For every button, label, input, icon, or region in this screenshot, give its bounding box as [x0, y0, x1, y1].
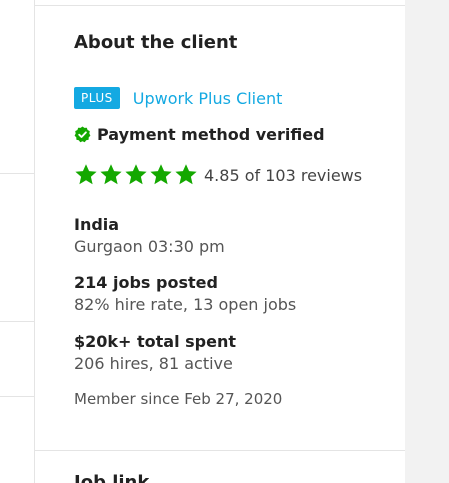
hire-rate: 82% hire rate, 13 open jobs	[74, 295, 297, 314]
star-rating	[74, 163, 199, 187]
plus-badge: PLUS	[74, 87, 120, 109]
rating-row: 4.85 of 103 reviews	[74, 163, 362, 187]
plus-client-link[interactable]: Upwork Plus Client	[133, 89, 283, 108]
plus-client-row: PLUS Upwork Plus Client	[74, 87, 282, 109]
star-icon	[174, 163, 198, 187]
star-icon	[124, 163, 148, 187]
star-icon	[149, 163, 173, 187]
section-title: About the client	[74, 32, 238, 53]
divider	[0, 396, 34, 397]
jobs-posted: 214 jobs posted	[74, 273, 218, 292]
divider	[0, 173, 34, 174]
divider	[35, 450, 405, 451]
payment-verified-row: Payment method verified	[74, 125, 325, 144]
divider	[35, 5, 405, 6]
check-circle-icon	[74, 126, 91, 143]
star-icon	[99, 163, 123, 187]
next-section-title-text: Job link	[74, 474, 149, 483]
about-client-card: About the client PLUS Upwork Plus Client…	[34, 0, 406, 483]
client-spend: $20k+ total spent 206 hires, 81 active	[74, 331, 236, 375]
client-jobs: 214 jobs posted 82% hire rate, 13 open j…	[74, 272, 296, 316]
left-column	[0, 0, 34, 483]
right-gutter	[405, 0, 449, 483]
star-icon	[74, 163, 98, 187]
rating-summary: 4.85 of 103 reviews	[204, 165, 363, 185]
payment-verified-label: Payment method verified	[97, 125, 325, 144]
client-city-time: Gurgaon 03:30 pm	[74, 237, 225, 256]
hires-summary: 206 hires, 81 active	[74, 354, 233, 373]
client-country: India	[74, 215, 120, 234]
total-spent: $20k+ total spent	[74, 332, 237, 351]
next-section-title: Job link	[74, 474, 149, 483]
divider	[0, 321, 34, 322]
page: About the client PLUS Upwork Plus Client…	[0, 0, 449, 483]
member-since: Member since Feb 27, 2020	[74, 390, 283, 408]
client-location: India Gurgaon 03:30 pm	[74, 214, 225, 258]
